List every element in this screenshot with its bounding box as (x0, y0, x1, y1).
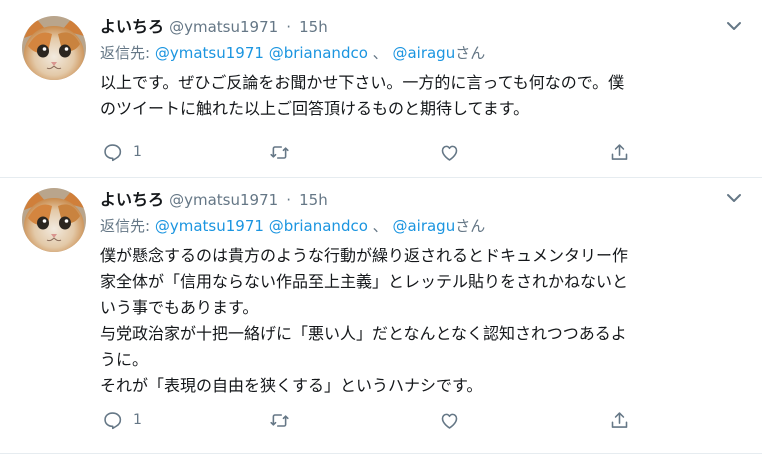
tweet-text-line: 以上です。ぜひご反論をお聞かせ下さい。一方的に言っても何なので。僕 (100, 73, 625, 92)
reply-context: 返信先: @ymatsu1971 @brianandco 、 @airaguさん (100, 43, 750, 63)
reply-count: 1 (133, 412, 142, 428)
reply-suffix: さん (455, 217, 486, 235)
reply-mention[interactable]: @airagu (392, 217, 455, 235)
tweet-text-line: のツイートに触れた以上ご回答頂けるものと期待してます。 (100, 99, 530, 118)
timestamp[interactable]: 15h (299, 18, 328, 36)
reply-separator: 、 (372, 217, 388, 235)
reply-context: 返信先: @ymatsu1971 @brianandco 、 @airaguさん (100, 216, 750, 236)
like-icon (441, 413, 458, 429)
tweet-text: 以上です。ぜひご反論をお聞かせ下さい。一方的に言っても何なので。僕 のツイートに… (100, 70, 750, 122)
tweet-text-line: いう事でもあります。 (100, 298, 259, 317)
share-icon (611, 143, 628, 160)
reply-mention[interactable]: @ymatsu1971 (155, 44, 264, 62)
reply-button[interactable]: 1 (102, 409, 142, 431)
avatar[interactable] (22, 16, 86, 80)
reply-icon (104, 143, 122, 161)
separator-dot: · (286, 191, 292, 209)
reply-prefix: 返信先: (100, 217, 151, 235)
like-icon (441, 145, 458, 161)
cat-avatar-image (22, 16, 86, 80)
user-handle[interactable]: @ymatsu1971 (169, 191, 278, 209)
reply-prefix: 返信先: (100, 44, 151, 62)
reply-icon (104, 411, 122, 429)
reply-count: 1 (133, 144, 142, 160)
tweet-text-line: 家全体が「信用ならない作品至上主義」とレッテル貼りをされかねないと (100, 272, 629, 291)
tweet-text-line: 僕が懸念するのは貴方のような行動が繰り返されるとドキュメンタリー作 (100, 246, 629, 265)
user-handle[interactable]: @ymatsu1971 (169, 18, 278, 36)
reply-mention[interactable]: @brianandco (269, 217, 368, 235)
reply-mention[interactable]: @brianandco (269, 44, 368, 62)
display-name[interactable]: よいちろ (100, 190, 164, 209)
tweet-text-line: それが「表現の自由を狭くする」というハナシです。 (100, 376, 483, 395)
reply-suffix: さん (455, 44, 486, 62)
tweet-text-line: うに。 (100, 350, 149, 369)
tweet[interactable]: よいちろ @ymatsu1971 · 15h 返信先: @ymatsu1971 … (0, 0, 762, 178)
retweet-icon (270, 413, 289, 427)
reply-mention[interactable]: @airagu (392, 44, 455, 62)
share-button[interactable] (609, 409, 630, 431)
reply-button[interactable]: 1 (102, 141, 142, 163)
tweet-text: 僕が懸念するのは貴方のような行動が繰り返されるとドキュメンタリー作 家全体が「信… (100, 243, 750, 399)
retweet-button[interactable] (269, 409, 290, 431)
cat-avatar-image (22, 188, 86, 252)
retweet-button[interactable] (269, 141, 290, 163)
tweet-actions: 1 (102, 141, 642, 163)
avatar[interactable] (22, 188, 86, 252)
share-button[interactable] (609, 141, 630, 163)
separator-dot: · (286, 18, 292, 36)
tweet-actions: 1 (102, 409, 642, 431)
reply-mention[interactable]: @ymatsu1971 (155, 217, 264, 235)
share-icon (611, 411, 628, 428)
display-name[interactable]: よいちろ (100, 17, 164, 36)
like-button[interactable] (439, 141, 460, 163)
tweet[interactable]: よいちろ @ymatsu1971 · 15h 返信先: @ymatsu1971 … (0, 178, 762, 454)
retweet-icon (270, 145, 289, 159)
reply-separator: 、 (372, 44, 388, 62)
timestamp[interactable]: 15h (299, 191, 328, 209)
like-button[interactable] (439, 409, 460, 431)
tweet-text-line: 与党政治家が十把一絡げに「悪い人」だとなんとなく認知されつつあるよ (100, 324, 627, 343)
